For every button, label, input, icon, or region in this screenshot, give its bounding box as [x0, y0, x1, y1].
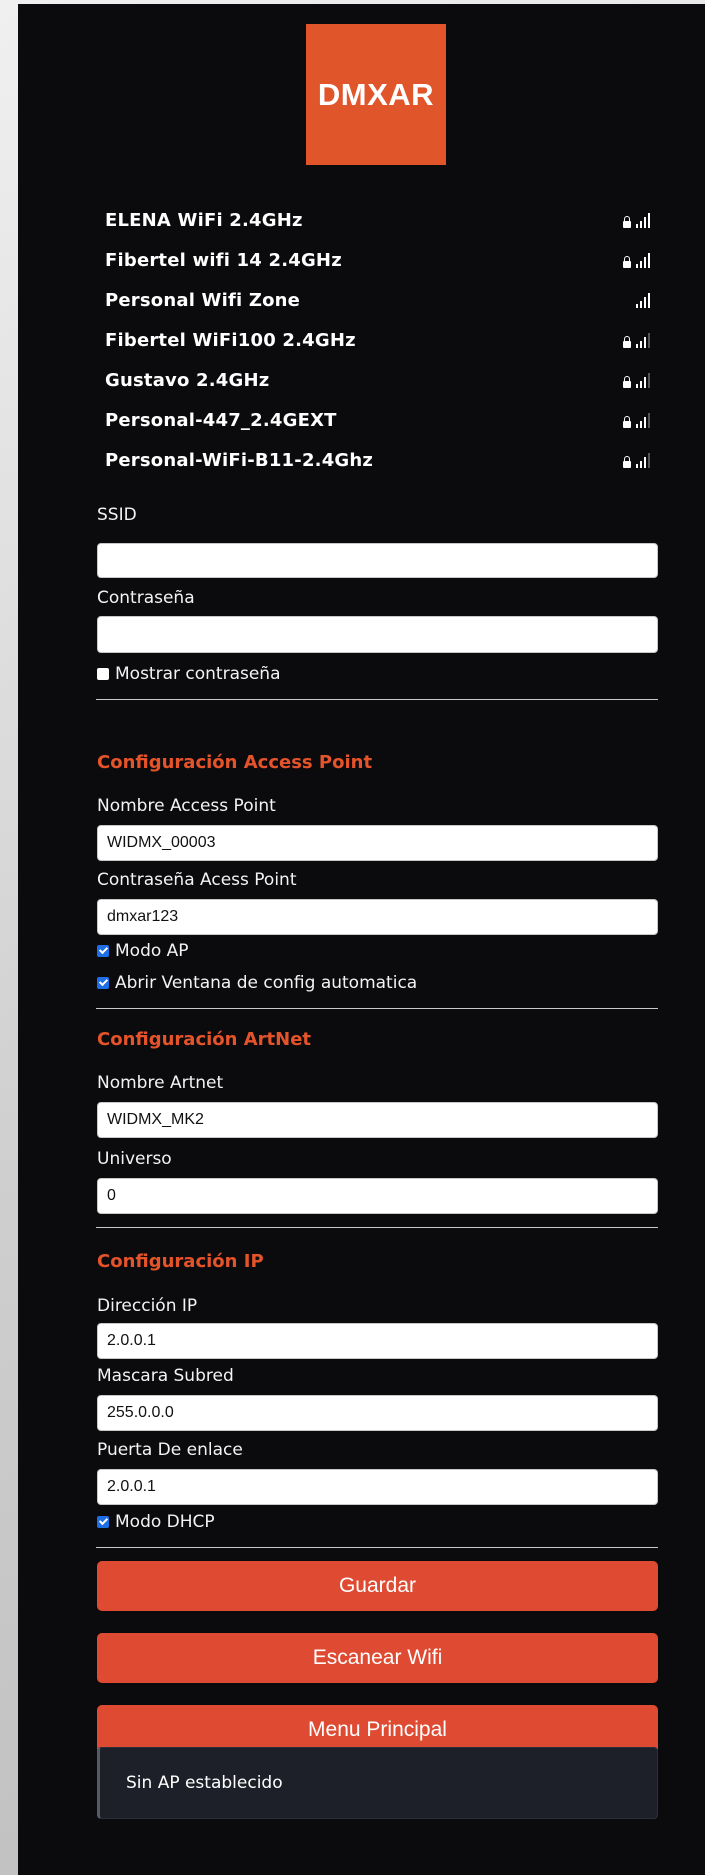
autoconfig-toggle[interactable]: Abrir Ventana de config automatica: [97, 973, 417, 993]
logo-text: DMXAR: [317, 76, 435, 112]
ap-mode-toggle[interactable]: Modo AP: [97, 941, 189, 961]
network-status-icons: [636, 292, 650, 308]
ssid-input[interactable]: [97, 543, 658, 578]
signal-strength-icon: [636, 372, 650, 388]
wifi-network-item[interactable]: Gustavo 2.4GHz: [105, 360, 658, 400]
ip-address-label: Dirección IP: [97, 1296, 198, 1316]
dhcp-label: Modo DHCP: [115, 1512, 215, 1532]
universe-input[interactable]: [97, 1178, 658, 1214]
wifi-network-item[interactable]: Fibertel WiFi100 2.4GHz: [105, 320, 658, 360]
scan-wifi-button[interactable]: Escanear Wifi: [97, 1633, 658, 1683]
autoconfig-label: Abrir Ventana de config automatica: [115, 973, 418, 993]
artnet-section-title: Configuración ArtNet: [97, 1029, 312, 1050]
ip-address-input[interactable]: [97, 1323, 658, 1359]
ip-section-title: Configuración IP: [97, 1251, 264, 1272]
ap-password-label: Contraseña Acess Point: [97, 870, 297, 890]
network-name: ELENA WiFi 2.4GHz: [105, 209, 303, 231]
dhcp-checkbox[interactable]: [97, 1516, 109, 1528]
network-name: Fibertel wifi 14 2.4GHz: [105, 249, 342, 271]
wifi-network-list: ELENA WiFi 2.4GHz Fibertel wifi 14 2.4GHz…: [105, 200, 658, 480]
network-name: Gustavo 2.4GHz: [105, 369, 270, 391]
show-password-label: Mostrar contraseña: [115, 664, 281, 684]
password-input[interactable]: [97, 616, 658, 653]
ap-mode-label: Modo AP: [115, 941, 189, 961]
lock-icon: [623, 416, 631, 428]
divider: [96, 1008, 658, 1009]
lock-icon: [623, 376, 631, 388]
wifi-network-item[interactable]: ELENA WiFi 2.4GHz: [105, 200, 658, 240]
page-backdrop: DMXAR ELENA WiFi 2.4GHz Fibertel wifi 14 …: [0, 0, 705, 1875]
ap-name-input[interactable]: [97, 825, 658, 861]
network-status-icons: [623, 452, 650, 468]
signal-strength-icon: [636, 332, 650, 348]
wifi-network-item[interactable]: Fibertel wifi 14 2.4GHz: [105, 240, 658, 280]
gateway-label: Puerta De enlace: [97, 1440, 243, 1460]
artnet-name-input[interactable]: [97, 1102, 658, 1138]
wifi-network-item[interactable]: Personal-WiFi-B11-2.4Ghz: [105, 440, 658, 480]
network-status-icons: [623, 412, 650, 428]
subnet-mask-input[interactable]: [97, 1395, 658, 1431]
network-status-icons: [623, 212, 650, 228]
status-message: Sin AP establecido: [97, 1747, 658, 1819]
network-status-icons: [623, 332, 650, 348]
network-name: Personal Wifi Zone: [105, 289, 301, 311]
autoconfig-checkbox[interactable]: [97, 977, 109, 989]
divider: [96, 699, 658, 700]
dmxar-logo: DMXAR: [306, 24, 446, 165]
signal-strength-icon: [636, 292, 650, 308]
show-password-checkbox[interactable]: [97, 668, 109, 680]
subnet-mask-label: Mascara Subred: [97, 1366, 234, 1386]
network-name: Fibertel WiFi100 2.4GHz: [105, 329, 356, 351]
status-text: Sin AP establecido: [126, 1773, 283, 1793]
lock-icon: [623, 456, 631, 468]
network-status-icons: [623, 372, 650, 388]
network-name: Personal-WiFi-B11-2.4Ghz: [105, 449, 374, 471]
network-status-icons: [623, 252, 650, 268]
artnet-name-label: Nombre Artnet: [97, 1073, 224, 1093]
network-name: Personal-447_2.4GEXT: [105, 409, 337, 431]
signal-strength-icon: [636, 252, 650, 268]
divider: [96, 1227, 658, 1228]
save-button[interactable]: Guardar: [97, 1561, 658, 1611]
password-label: Contraseña: [97, 588, 195, 608]
universe-label: Universo: [97, 1149, 172, 1169]
wifi-network-item[interactable]: Personal Wifi Zone: [105, 280, 658, 320]
lock-icon: [623, 336, 631, 348]
signal-strength-icon: [636, 412, 650, 428]
dhcp-toggle[interactable]: Modo DHCP: [97, 1512, 215, 1532]
divider: [96, 1547, 658, 1548]
ap-name-label: Nombre Access Point: [97, 796, 276, 816]
signal-strength-icon: [636, 212, 650, 228]
show-password-toggle[interactable]: Mostrar contraseña: [97, 664, 281, 684]
signal-strength-icon: [636, 452, 650, 468]
lock-icon: [623, 256, 631, 268]
ssid-label: SSID: [97, 505, 137, 525]
lock-icon: [623, 216, 631, 228]
wifi-network-item[interactable]: Personal-447_2.4GEXT: [105, 400, 658, 440]
ap-password-input[interactable]: [97, 899, 658, 935]
ap-mode-checkbox[interactable]: [97, 945, 109, 957]
gateway-input[interactable]: [97, 1469, 658, 1505]
ap-section-title: Configuración Access Point: [97, 752, 373, 773]
